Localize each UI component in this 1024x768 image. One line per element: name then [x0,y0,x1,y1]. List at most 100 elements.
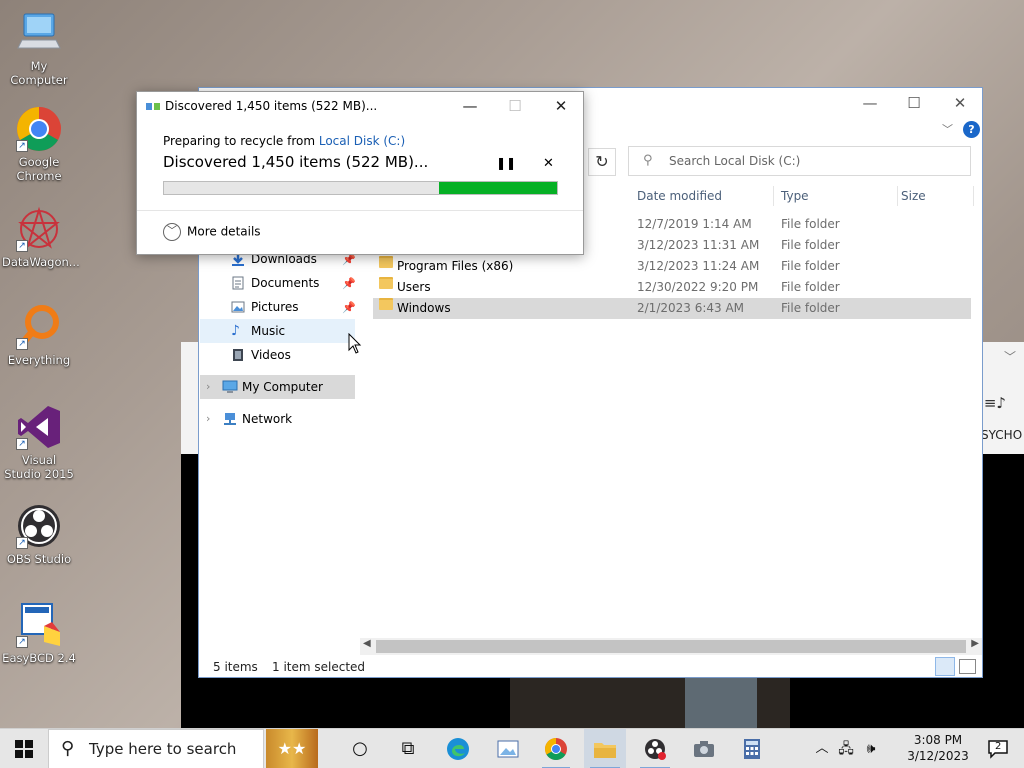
shortcut-arrow-icon: ↗ [16,537,28,549]
cancel-icon[interactable]: ✕ [543,156,554,171]
search-icon: ⚲ [643,153,653,168]
nav-label: My Computer [242,380,323,394]
video-face [685,678,757,728]
pause-icon[interactable]: ❚❚ [496,156,516,170]
obs-taskbar-icon[interactable] [634,729,676,768]
folder-icon [379,256,393,268]
file-type: File folder [781,280,840,294]
camera-icon[interactable] [684,729,724,768]
clock-time: 3:08 PM [913,733,963,747]
ribbon-expand-icon[interactable]: ﹀ [942,121,953,137]
file-type: File folder [781,238,840,252]
playlist-icon[interactable]: ≡♪ [984,394,1006,412]
maximize-icon: ☐ [508,97,522,115]
desktop-icon-easybcd[interactable]: ↗ EasyBCD 2.4 [2,602,76,665]
search-highlight-image-icon[interactable]: ★★ [266,729,318,768]
file-explorer-taskbar-icon[interactable] [584,729,626,768]
datawagon-icon: ↗ [16,206,62,252]
file-name: Windows [397,301,451,315]
taskbar: ⚲ Type here to search ★★ ○ ⧉ ︿ 🖧 🕪 3:08 … [0,728,1024,768]
refresh-icon[interactable]: ↻ [588,148,616,176]
notification-center-icon[interactable]: 2 [978,729,1018,768]
network-tray-icon[interactable]: 🖧 [836,729,856,768]
desktop-icon-label: Everything [7,353,71,367]
maximize-icon[interactable]: ☐ [904,94,924,112]
desktop-icon-datawagon[interactable]: ↗ DataWagon... [2,206,80,269]
folder-icon [379,298,393,310]
clock-date: 3/12/2023 [907,749,969,763]
scroll-right-icon[interactable]: ▶ [971,638,979,649]
more-details-label: More details [187,224,261,239]
search-placeholder: Search Local Disk (C:) [669,154,801,168]
shortcut-arrow-icon: ↗ [16,438,28,450]
everything-icon: ↗ [16,304,62,350]
pin-icon[interactable]: 📌 [342,277,356,290]
horizontal-scrollbar[interactable]: ◀ ▶ [360,638,982,655]
shortcut-arrow-icon: ↗ [16,636,28,648]
search-icon: ⚲ [61,738,75,759]
file-date: 3/12/2023 11:24 AM [637,259,760,273]
network-icon [222,412,236,426]
dialog-title: Discovered 1,450 items (522 MB)... [165,99,378,113]
nav-label: Network [242,412,293,426]
column-header-size[interactable]: Size [896,186,974,206]
expand-chevron-icon[interactable]: › [206,412,210,425]
chevron-down-icon[interactable]: ﹀ [1004,348,1016,365]
computer-icon [16,10,62,56]
file-date: 3/12/2023 11:31 AM [637,238,760,252]
pin-icon[interactable]: 📌 [342,301,356,314]
desktop-icon-chrome[interactable]: ↗ Google Chrome [2,106,76,183]
task-view-icon[interactable]: ⧉ [388,729,428,768]
chevron-down-icon: ﹀ [163,223,181,241]
desktop-icon-everything[interactable]: ↗ Everything [2,304,76,367]
preparing-text: Preparing to recycle from Local Disk (C:… [163,134,405,148]
desktop-icon-visual-studio[interactable]: ↗ Visual Studio 2015 [2,404,76,481]
status-selection: 1 item selected [272,660,366,674]
easybcd-icon: ↗ [16,602,62,648]
cortana-icon[interactable]: ○ [340,729,380,768]
file-type: File folder [781,259,840,273]
volume-icon[interactable]: 🕪 [860,729,882,768]
file-row[interactable]: Users 12/30/2022 9:20 PM File folder [373,277,971,298]
mouse-cursor-icon [348,332,362,360]
calculator-icon[interactable] [732,729,772,768]
file-row[interactable]: Program Files (x86) 3/12/2023 11:24 AM F… [373,256,971,277]
shortcut-arrow-icon: ↗ [16,240,28,252]
scroll-left-icon[interactable]: ◀ [363,638,371,649]
recycle-progress-dialog[interactable]: Discovered 1,450 items (522 MB)... — ☐ ✕… [136,91,584,255]
notification-count: 2 [995,741,1002,752]
music-note-icon: ♪ [231,323,240,339]
desktop-icon-obs[interactable]: ↗ OBS Studio [2,503,76,566]
search-input[interactable]: ⚲ Search Local Disk (C:) [628,146,971,176]
desktop-icon-label: OBS Studio [6,552,72,566]
progress-bar-fill [439,182,557,194]
minimize-icon[interactable]: — [455,96,485,116]
file-row-selected[interactable]: Windows 2/1/2023 6:43 AM File folder [373,298,971,319]
scrollbar-thumb[interactable] [376,640,966,653]
close-icon[interactable]: ✕ [950,94,970,112]
edge-icon[interactable] [438,729,478,768]
shortcut-arrow-icon: ↗ [16,140,28,152]
minimize-icon[interactable]: — [860,94,880,112]
chrome-taskbar-icon[interactable] [536,729,576,768]
source-drive-link[interactable]: Local Disk (C:) [319,134,405,148]
taskbar-search-input[interactable]: ⚲ Type here to search [48,729,264,768]
folder-icon [379,277,393,289]
close-icon[interactable]: ✕ [546,96,576,116]
clock[interactable]: 3:08 PM 3/12/2023 [903,732,973,764]
desktop-icon-my-computer[interactable]: My Computer [2,10,76,87]
column-header-type[interactable]: Type [776,186,898,206]
details-view-icon[interactable] [935,657,955,676]
column-header-date[interactable]: Date modified [632,186,774,206]
large-icons-view-icon[interactable] [959,659,976,674]
help-icon[interactable]: ? [963,121,980,138]
tray-chevron-up-icon[interactable]: ︿ [812,729,832,768]
obs-icon: ↗ [16,503,62,549]
desktop-icon-label: Google Chrome [16,155,62,183]
start-windows-icon[interactable] [0,729,48,768]
more-details-button[interactable]: ﹀ More details [163,223,261,241]
paint-icon[interactable] [488,729,528,768]
document-icon [231,276,245,290]
shortcut-arrow-icon: ↗ [16,338,28,350]
expand-chevron-icon[interactable]: › [206,380,210,393]
